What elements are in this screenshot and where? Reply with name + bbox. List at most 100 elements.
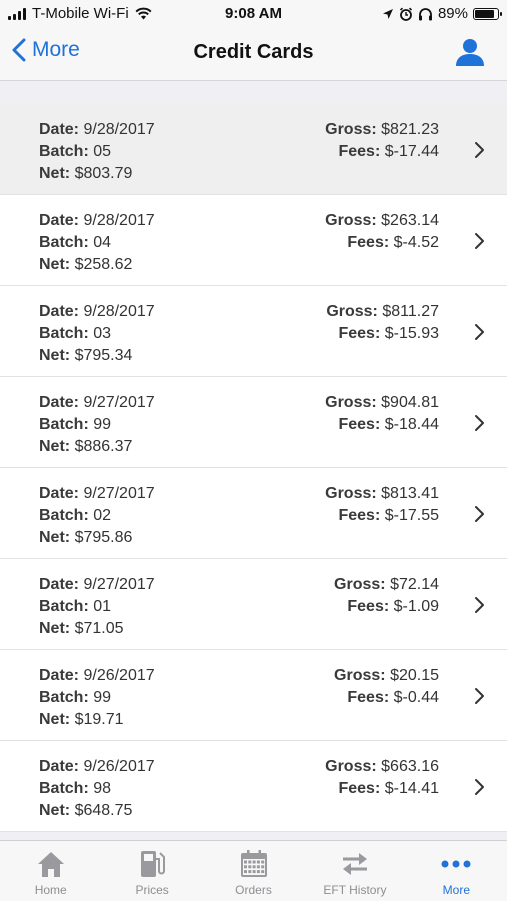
- tab-bar: Home Prices Orders EFT History More: [0, 840, 507, 901]
- battery-fill: [475, 9, 494, 18]
- date-label: Date:: [39, 212, 80, 229]
- net-line: Net: $795.34: [39, 345, 155, 367]
- gross-line: Gross: $20.15: [334, 665, 439, 687]
- batch-amounts: Gross: $72.14 Fees: $-1.09: [334, 574, 439, 618]
- tab-prices[interactable]: Prices: [101, 841, 202, 901]
- net-value: $71.05: [74, 620, 124, 637]
- batch-label: Batch:: [39, 780, 89, 797]
- tab-home[interactable]: Home: [0, 841, 101, 901]
- fees-value: $-1.09: [393, 598, 439, 615]
- date-value: 9/28/2017: [83, 121, 155, 138]
- batch-amounts: Gross: $263.14 Fees: $-4.52: [325, 210, 439, 254]
- batch-row[interactable]: Date: 9/28/2017 Batch: 04 Net: $258.62 G…: [0, 195, 507, 286]
- date-line: Date: 9/28/2017: [39, 119, 155, 141]
- batch-value: 03: [93, 325, 112, 342]
- gross-label: Gross:: [325, 485, 377, 502]
- fees-value: $-18.44: [384, 416, 439, 433]
- net-label: Net:: [39, 256, 71, 273]
- fees-label: Fees:: [347, 689, 390, 706]
- fees-label: Fees:: [338, 416, 381, 433]
- fees-value: $-4.52: [393, 234, 439, 251]
- batch-row[interactable]: Date: 9/26/2017 Batch: 98 Net: $648.75 G…: [0, 741, 507, 832]
- fees-value: $-17.55: [384, 507, 439, 524]
- date-label: Date:: [39, 758, 80, 775]
- profile-button[interactable]: [455, 38, 485, 71]
- net-value: $258.62: [74, 256, 133, 273]
- batch-details: Date: 9/28/2017 Batch: 04 Net: $258.62: [39, 210, 155, 276]
- fees-line: Fees: $-0.44: [334, 687, 439, 709]
- gross-value: $20.15: [390, 667, 439, 684]
- gross-value: $263.14: [381, 212, 439, 229]
- fees-value: $-15.93: [384, 325, 439, 342]
- date-value: 9/26/2017: [83, 667, 155, 684]
- net-label: Net:: [39, 802, 71, 819]
- fees-value: $-0.44: [393, 689, 439, 706]
- gross-line: Gross: $263.14: [325, 210, 439, 232]
- gross-label: Gross:: [326, 303, 378, 320]
- calendar-icon: [239, 847, 269, 881]
- batch-line: Batch: 99: [39, 414, 155, 436]
- gross-value: $904.81: [381, 394, 439, 411]
- batch-label: Batch:: [39, 234, 89, 251]
- batch-row[interactable]: Date: 9/27/2017 Batch: 01 Net: $71.05 Gr…: [0, 559, 507, 650]
- fees-line: Fees: $-18.44: [325, 414, 439, 436]
- fees-line: Fees: $-4.52: [325, 232, 439, 254]
- date-line: Date: 9/26/2017: [39, 665, 155, 687]
- location-arrow-icon: [382, 8, 393, 19]
- gross-value: $811.27: [382, 303, 439, 320]
- date-value: 9/27/2017: [83, 394, 155, 411]
- tab-orders[interactable]: Orders: [203, 841, 304, 901]
- chevron-right-icon: [475, 779, 484, 795]
- net-label: Net:: [39, 620, 71, 637]
- date-label: Date:: [39, 394, 80, 411]
- chevron-right-icon: [475, 415, 484, 431]
- batch-amounts: Gross: $821.23 Fees: $-17.44: [325, 119, 439, 163]
- gross-line: Gross: $811.27: [326, 301, 439, 323]
- batch-label: Batch:: [39, 598, 89, 615]
- net-line: Net: $795.86: [39, 527, 155, 549]
- tab-more[interactable]: More: [406, 841, 507, 901]
- batch-label: Batch:: [39, 689, 89, 706]
- chevron-right-icon: [475, 506, 484, 522]
- net-value: $795.34: [74, 347, 133, 364]
- chevron-right-icon: [475, 142, 484, 158]
- tab-eft-history[interactable]: EFT History: [304, 841, 405, 901]
- batch-amounts: Gross: $904.81 Fees: $-18.44: [325, 392, 439, 436]
- batch-row[interactable]: Date: 9/27/2017 Batch: 02 Net: $795.86 G…: [0, 468, 507, 559]
- batch-label: Batch:: [39, 416, 89, 433]
- gross-value: $821.23: [381, 121, 439, 138]
- batch-amounts: Gross: $20.15 Fees: $-0.44: [334, 665, 439, 709]
- net-value: $803.79: [74, 165, 133, 182]
- batch-row[interactable]: Date: 9/26/2017 Batch: 99 Net: $19.71 Gr…: [0, 650, 507, 741]
- more-dots-icon: [441, 847, 471, 881]
- batch-amounts: Gross: $813.41 Fees: $-17.55: [325, 483, 439, 527]
- date-value: 9/28/2017: [83, 212, 155, 229]
- fees-label: Fees:: [338, 507, 381, 524]
- batch-line: Batch: 02: [39, 505, 155, 527]
- date-line: Date: 9/27/2017: [39, 392, 155, 414]
- batch-value: 01: [93, 598, 112, 615]
- gross-label: Gross:: [325, 121, 377, 138]
- date-label: Date:: [39, 303, 80, 320]
- batch-details: Date: 9/28/2017 Batch: 03 Net: $795.34: [39, 301, 155, 367]
- date-label: Date:: [39, 121, 80, 138]
- fees-line: Fees: $-1.09: [334, 596, 439, 618]
- nav-bar: More Credit Cards: [0, 28, 507, 81]
- net-line: Net: $19.71: [39, 709, 155, 731]
- batch-row[interactable]: Date: 9/27/2017 Batch: 99 Net: $886.37 G…: [0, 377, 507, 468]
- batch-details: Date: 9/27/2017 Batch: 99 Net: $886.37: [39, 392, 155, 458]
- gross-label: Gross:: [325, 394, 377, 411]
- batch-row[interactable]: Date: 9/28/2017 Batch: 03 Net: $795.34 G…: [0, 286, 507, 377]
- chevron-right-icon: [475, 324, 484, 340]
- batch-details: Date: 9/28/2017 Batch: 05 Net: $803.79: [39, 119, 155, 185]
- date-label: Date:: [39, 667, 80, 684]
- batch-row[interactable]: Date: 9/28/2017 Batch: 05 Net: $803.79 G…: [0, 104, 507, 195]
- net-line: Net: $648.75: [39, 800, 155, 822]
- date-value: 9/26/2017: [83, 758, 155, 775]
- fuel-pump-icon: [138, 847, 166, 881]
- fees-label: Fees:: [347, 598, 390, 615]
- batch-value: 98: [93, 780, 112, 797]
- gross-value: $813.41: [381, 485, 439, 502]
- batch-line: Batch: 01: [39, 596, 155, 618]
- fees-line: Fees: $-15.93: [326, 323, 439, 345]
